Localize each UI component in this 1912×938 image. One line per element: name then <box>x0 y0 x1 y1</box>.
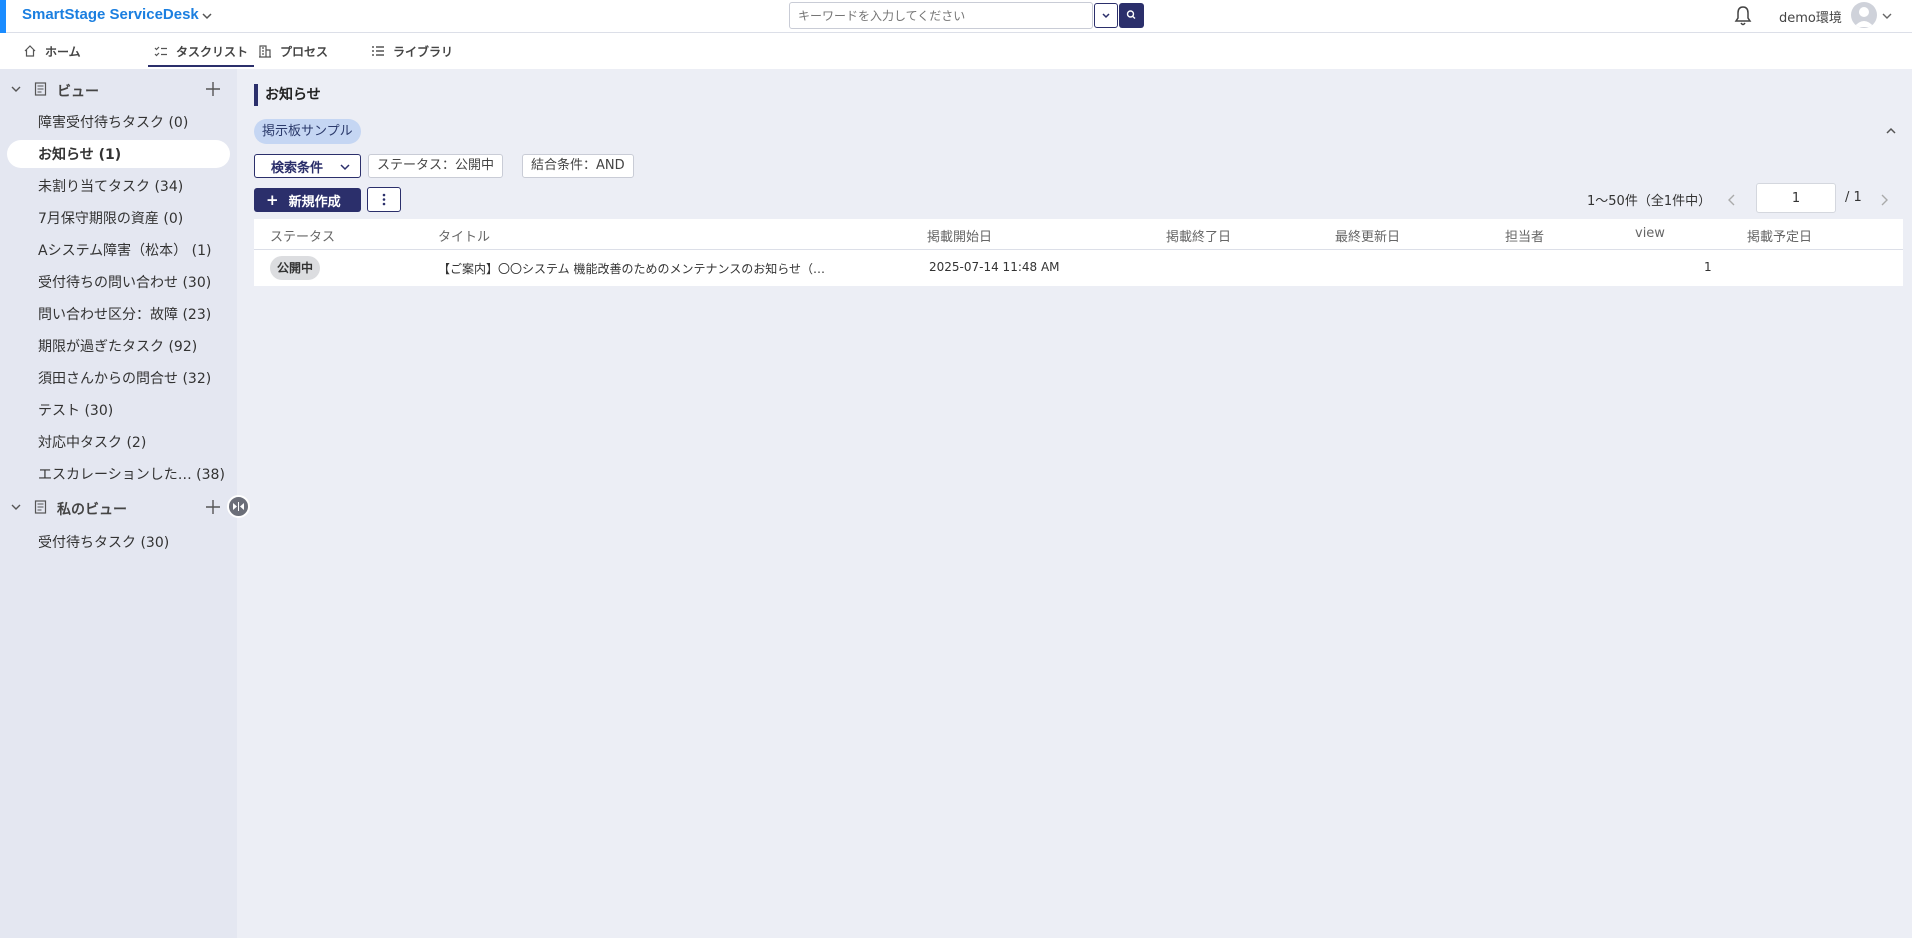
search-button[interactable] <box>1119 3 1144 28</box>
home-icon <box>24 45 36 57</box>
tab-tasklist[interactable]: タスクリスト <box>147 33 255 69</box>
chevron-left-icon[interactable] <box>1726 193 1738 207</box>
main-content: お知らせ 掲示板サンプル 検索条件 ステータス：公開中 結合条件：AND + 新… <box>237 69 1912 938</box>
sidebar-item-my-view[interactable]: 受付待ちタスク (30) <box>7 528 230 556</box>
sidebar-item-view[interactable]: 障害受付待ちタスク (0) <box>7 108 230 136</box>
notice-table: ステータス タイトル 掲載開始日 掲載終了日 最終更新日 担当者 view 掲載… <box>254 219 1903 286</box>
tab-process[interactable]: プロセス <box>258 33 328 69</box>
pager-summary: 1〜50件（全1件中） <box>1587 194 1712 209</box>
column-header-status[interactable]: ステータス <box>270 226 335 245</box>
main-tabs: ホーム タスクリスト プロセス ライブラリ <box>0 33 1912 69</box>
user-icon <box>1854 7 1874 27</box>
document-icon <box>34 500 47 514</box>
tab-home[interactable]: ホーム <box>23 33 81 69</box>
sidebar: ビュー 障害受付待ちタスク (0) お知らせ (1) 未割り当てタスク (34) 7月… <box>0 69 237 938</box>
column-header-owner[interactable]: 担当者 <box>1505 226 1544 245</box>
chevron-down-icon[interactable] <box>1881 10 1893 22</box>
sidebar-item-view[interactable]: 問い合わせ区分：故障 (23) <box>7 300 230 328</box>
chevron-down-icon[interactable] <box>10 501 22 513</box>
tab-label: タスクリスト <box>176 44 249 59</box>
views-header-label: ビュー <box>57 84 99 100</box>
table-header: ステータス タイトル 掲載開始日 掲載終了日 最終更新日 担当者 view 掲載… <box>254 219 1903 250</box>
chevron-up-icon[interactable] <box>1884 124 1898 138</box>
chevron-down-icon <box>1102 13 1110 19</box>
my-views-header-label: 私のビュー <box>57 502 127 518</box>
sidebar-item-view[interactable]: 7月保守期限の資産 (0) <box>7 204 230 232</box>
chevron-down-icon[interactable] <box>200 9 214 23</box>
filter-tag-join[interactable]: 結合条件：AND <box>522 154 634 178</box>
top-bar: SmartStage ServiceDesk demo環境 <box>0 0 1912 33</box>
search-options-button[interactable] <box>1094 3 1118 28</box>
column-header-updated[interactable]: 最終更新日 <box>1335 226 1400 245</box>
sidebar-item-view[interactable]: 対応中タスク (2) <box>7 428 230 456</box>
my-views-section-header[interactable]: 私のビュー <box>0 493 237 523</box>
list-icon <box>372 46 384 56</box>
chevron-down-icon <box>340 164 350 171</box>
chevron-down-icon[interactable] <box>10 83 22 95</box>
views-section-header[interactable]: ビュー <box>0 75 237 105</box>
chevron-right-icon[interactable] <box>1878 193 1890 207</box>
column-header-end[interactable]: 掲載終了日 <box>1166 226 1231 245</box>
more-options-button[interactable] <box>367 187 401 212</box>
sidebar-item-view[interactable]: 未割り当てタスク (34) <box>7 172 230 200</box>
sidebar-item-view[interactable]: お知らせ (1) <box>7 140 230 168</box>
page-number-input[interactable] <box>1756 183 1836 213</box>
plus-icon: + <box>266 191 279 209</box>
row-view-count: 1 <box>1704 260 1712 274</box>
sidebar-item-view[interactable]: 須田さんからの問合せ (32) <box>7 364 230 392</box>
sidebar-item-view[interactable]: テスト (30) <box>7 396 230 424</box>
add-my-view-icon[interactable] <box>205 499 221 515</box>
document-icon <box>34 82 47 96</box>
new-create-button[interactable]: + 新規作成 <box>254 188 361 212</box>
kebab-menu-icon <box>382 193 386 206</box>
avatar[interactable] <box>1851 2 1877 28</box>
search-conditions-label: 検索条件 <box>271 160 324 176</box>
tab-library[interactable]: ライブラリ <box>371 33 453 69</box>
sidebar-item-view[interactable]: エスカレーションした… (38) <box>7 460 230 488</box>
tab-label: ライブラリ <box>393 44 454 59</box>
sidebar-item-view[interactable]: Aシステム障害（松本） (1) <box>7 236 230 264</box>
checklist-icon <box>154 46 167 57</box>
search-conditions-button[interactable]: 検索条件 <box>254 154 361 178</box>
bell-icon[interactable] <box>1733 5 1753 27</box>
new-create-label: 新規作成 <box>288 194 341 210</box>
sidebar-item-view[interactable]: 期限が過ぎたタスク (92) <box>7 332 230 360</box>
row-title[interactable]: 【ご案内】〇〇システム 機能改善のためのメンテナンスのお知らせ（… <box>438 260 858 277</box>
search-input[interactable] <box>798 7 1078 25</box>
add-view-icon[interactable] <box>205 81 221 97</box>
column-header-view[interactable]: view <box>1635 226 1665 241</box>
tab-label: ホーム <box>45 44 81 59</box>
app-brand[interactable]: SmartStage ServiceDesk <box>22 6 199 23</box>
column-header-scheduled[interactable]: 掲載予定日 <box>1747 226 1812 245</box>
column-header-start[interactable]: 掲載開始日 <box>927 226 992 245</box>
table-row[interactable]: 公開中 【ご案内】〇〇システム 機能改善のためのメンテナンスのお知らせ（… 20… <box>254 250 1903 286</box>
sidebar-item-view[interactable]: 受付待ちの問い合わせ (30) <box>7 268 230 296</box>
row-start-date: 2025-07-14 11:48 AM <box>929 260 1060 274</box>
brand-stripe <box>0 0 6 33</box>
column-header-title[interactable]: タイトル <box>438 226 490 245</box>
environment-label[interactable]: demo環境 <box>1779 7 1842 26</box>
filter-tag-status[interactable]: ステータス：公開中 <box>368 154 504 178</box>
building-icon <box>259 45 271 58</box>
pager-total: / 1 <box>1845 190 1862 205</box>
board-chip[interactable]: 掲示板サンプル <box>254 119 361 144</box>
page-title: お知らせ <box>254 84 321 106</box>
tab-label: プロセス <box>280 44 329 59</box>
search-box <box>789 2 1093 29</box>
search-icon <box>1126 10 1136 20</box>
status-badge: 公開中 <box>270 256 321 280</box>
